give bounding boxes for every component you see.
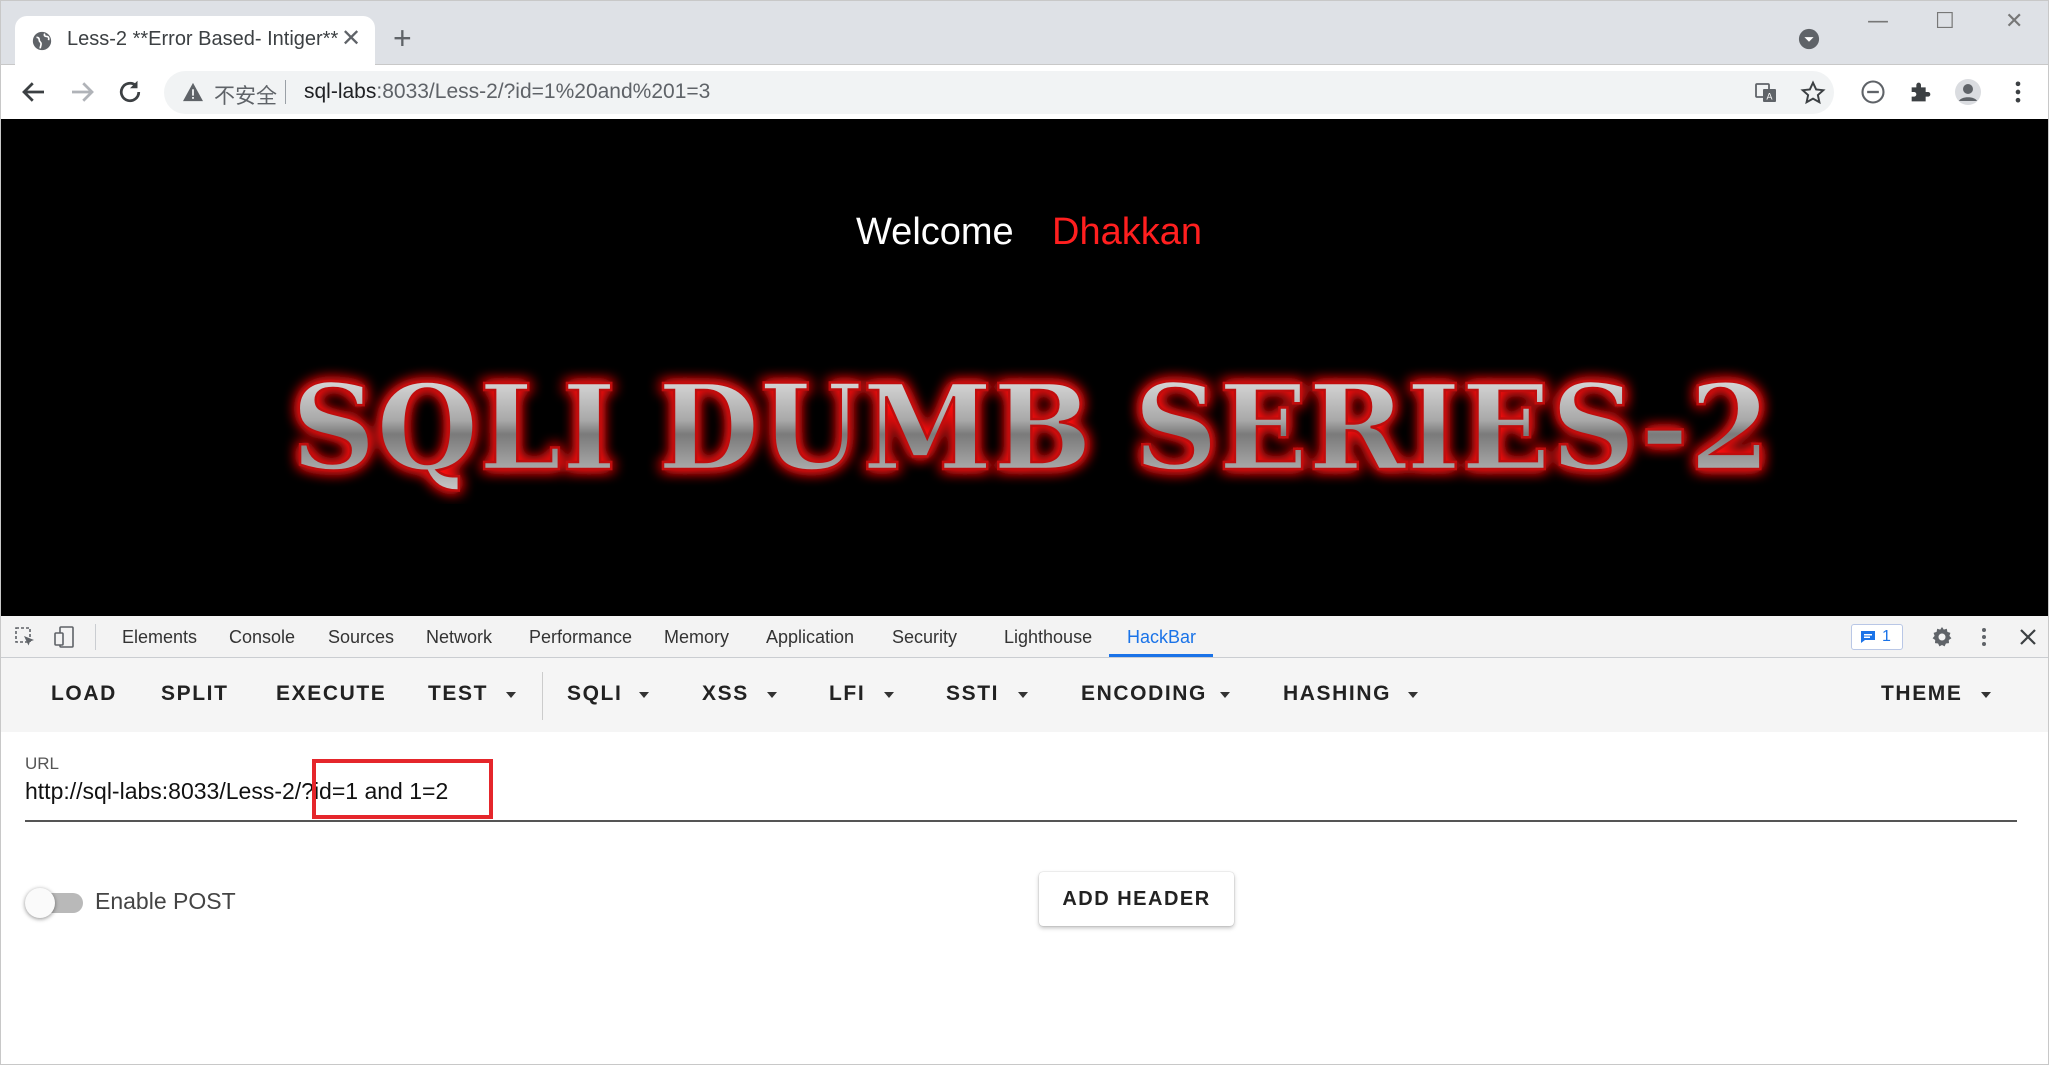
- tab-elements[interactable]: Elements: [122, 627, 197, 648]
- close-tab-icon[interactable]: ✕: [341, 26, 361, 52]
- url-host: sql-labs: [304, 80, 377, 103]
- minimize-icon[interactable]: —: [1867, 9, 1889, 34]
- address-bar[interactable]: 不安全 sql-labs:8033/Less-2/?id=1%20and%201…: [164, 71, 1834, 114]
- new-tab-icon[interactable]: +: [393, 21, 412, 55]
- enable-post-toggle-thumb[interactable]: [25, 888, 55, 918]
- device-toolbar-icon[interactable]: [53, 625, 77, 649]
- tab-performance[interactable]: Performance: [529, 627, 632, 648]
- tab-strip: Less-2 **Error Based- Intiger** ✕ + — ☐ …: [0, 0, 2049, 66]
- hashing-caret-icon: [1408, 692, 1418, 698]
- translate-icon[interactable]: A: [1754, 81, 1778, 105]
- tab-title: Less-2 **Error Based- Intiger**: [67, 28, 339, 50]
- globe-icon: [32, 31, 52, 51]
- maximize-icon[interactable]: ☐: [1935, 9, 1955, 34]
- tab-network[interactable]: Network: [426, 627, 492, 648]
- bookmark-star-icon[interactable]: [1800, 80, 1826, 106]
- enable-post-label: Enable POST: [95, 888, 236, 914]
- ssti-menu-button[interactable]: SSTI: [946, 682, 999, 706]
- add-header-button[interactable]: ADD HEADER: [1039, 872, 1234, 926]
- banner-text: SQLI DUMB SERIES-2: [291, 358, 1771, 497]
- svg-text:A: A: [1766, 93, 1773, 103]
- tab-memory[interactable]: Memory: [664, 627, 729, 648]
- encoding-menu-button[interactable]: ENCODING: [1081, 682, 1207, 706]
- menu-divider: [542, 672, 543, 720]
- devtools-divider: [95, 624, 96, 650]
- tab-hackbar[interactable]: HackBar: [1127, 627, 1196, 648]
- tab-lighthouse[interactable]: Lighthouse: [1004, 627, 1092, 648]
- active-tab-indicator: [1109, 654, 1213, 657]
- browser-tab[interactable]: Less-2 **Error Based- Intiger** ✕: [15, 16, 375, 66]
- tab-search-icon[interactable]: [1798, 28, 1820, 50]
- url-field-label: URL: [25, 754, 60, 773]
- split-button[interactable]: SPLIT: [161, 682, 229, 706]
- extensions-puzzle-icon[interactable]: [1907, 78, 1935, 106]
- omnibox-divider: [285, 80, 286, 104]
- message-icon: [1861, 631, 1875, 643]
- settings-gear-icon[interactable]: [1930, 625, 1954, 649]
- load-button[interactable]: LOAD: [51, 682, 117, 706]
- url-input-underline: [25, 820, 2017, 822]
- blocked-icon[interactable]: [1859, 78, 1887, 106]
- annotation-highlight-box: [312, 759, 493, 819]
- inspect-element-icon[interactable]: [13, 625, 37, 649]
- test-menu-button[interactable]: TEST: [428, 682, 488, 706]
- xss-menu-button[interactable]: XSS: [702, 682, 749, 706]
- execute-button[interactable]: EXECUTE: [276, 682, 386, 706]
- address-url[interactable]: sql-labs:8033/Less-2/?id=1%20and%201=3: [304, 80, 710, 104]
- profile-avatar-icon[interactable]: [1954, 78, 1982, 106]
- issues-count: 1: [1882, 628, 1891, 645]
- tab-application[interactable]: Application: [766, 627, 854, 648]
- welcome-name: Dhakkan: [1052, 211, 1202, 253]
- url-path: :8033/Less-2/?id=1%20and%201=3: [376, 80, 711, 103]
- encoding-caret-icon: [1220, 692, 1230, 698]
- tab-sources[interactable]: Sources: [328, 627, 394, 648]
- theme-menu-button[interactable]: THEME: [1881, 682, 1963, 706]
- lfi-caret-icon: [884, 692, 894, 698]
- browser-toolbar: 不安全 sql-labs:8033/Less-2/?id=1%20and%201…: [0, 65, 2049, 119]
- theme-caret-icon: [1981, 692, 1991, 698]
- devtools-menu-icon[interactable]: [1972, 625, 1996, 649]
- back-arrow-icon[interactable]: [19, 77, 49, 107]
- sqli-menu-button[interactable]: SQLI: [567, 682, 622, 706]
- lfi-menu-button[interactable]: LFI: [829, 682, 865, 706]
- web-page: Welcome Dhakkan SQLI DUMB SERIES-2: [1, 119, 2048, 616]
- reload-icon[interactable]: [115, 77, 145, 107]
- forward-arrow-icon[interactable]: [67, 77, 97, 107]
- hashing-menu-button[interactable]: HASHING: [1283, 682, 1391, 706]
- tab-security[interactable]: Security: [892, 627, 957, 648]
- issues-badge[interactable]: 1: [1851, 624, 1903, 650]
- banner-logo: SQLI DUMB SERIES-2: [290, 357, 1773, 499]
- ssti-caret-icon: [1018, 692, 1028, 698]
- sqli-caret-icon: [639, 692, 649, 698]
- close-devtools-icon[interactable]: [2016, 625, 2040, 649]
- test-caret-icon: [506, 692, 516, 698]
- xss-caret-icon: [767, 692, 777, 698]
- tab-console[interactable]: Console: [229, 627, 295, 648]
- browser-menu-icon[interactable]: [2004, 78, 2032, 106]
- not-secure-label[interactable]: 不安全: [214, 80, 277, 110]
- window-close-icon[interactable]: ✕: [2005, 9, 2023, 34]
- devtools-tabbar: Elements Console Sources Network Perform…: [1, 616, 2048, 658]
- hackbar-menu: LOAD SPLIT EXECUTE TEST SQLI XSS LFI SST…: [1, 658, 2048, 732]
- warning-icon[interactable]: [182, 82, 204, 102]
- hackbar-panel: URL http://sql-labs:8033/Less-2/?id=1 an…: [1, 732, 2048, 1065]
- welcome-text: Welcome: [856, 211, 1014, 253]
